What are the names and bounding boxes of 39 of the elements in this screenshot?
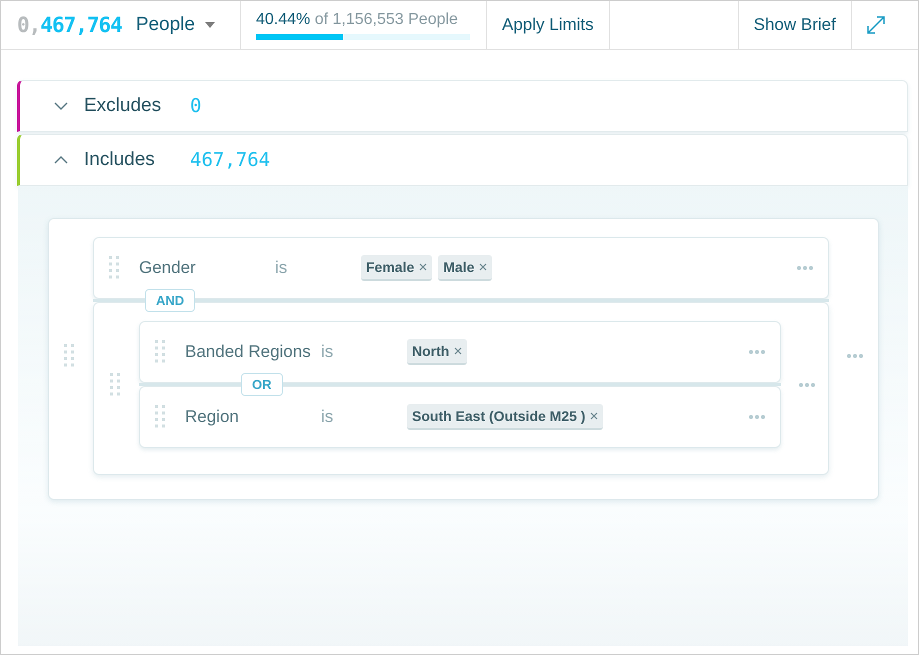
value-chip[interactable]: South East (Outside M25 ) [407, 404, 604, 430]
unit-dropdown[interactable]: People [136, 14, 215, 36]
value-chip[interactable]: North [407, 339, 468, 365]
apply-limits-button[interactable]: Apply Limits [487, 1, 610, 49]
show-brief-button[interactable]: Show Brief [738, 1, 852, 49]
field-name: Banded Regions [185, 342, 312, 362]
field-name: Region [185, 407, 240, 427]
value-chip[interactable]: Female [361, 255, 432, 281]
section-header[interactable]: Includes 467,764 [17, 134, 908, 186]
field-name: Gender [139, 258, 197, 278]
drag-handle-icon[interactable] [64, 344, 74, 368]
drag-handle-icon[interactable] [155, 405, 165, 429]
section-label: Excludes [84, 95, 162, 117]
more-options-icon[interactable] [798, 382, 816, 388]
drag-handle-icon[interactable] [110, 372, 120, 396]
value-chip[interactable]: Male [438, 255, 492, 281]
section-header[interactable]: Excludes 0 [17, 80, 908, 132]
drag-handle-icon[interactable] [109, 256, 119, 280]
operator-label: is [321, 407, 334, 427]
remove-icon[interactable] [590, 412, 598, 420]
coverage-text: 40.44% of 1,156,553 People [256, 10, 458, 28]
more-options-icon[interactable] [846, 353, 864, 359]
chevron-up-icon [54, 156, 68, 164]
operator-label: is [321, 342, 334, 362]
expand-icon [866, 16, 885, 34]
remove-icon[interactable] [479, 263, 488, 271]
drag-handle-icon[interactable] [155, 340, 165, 364]
more-options-icon[interactable] [796, 265, 814, 271]
operator-label: is [275, 258, 288, 278]
caret-icon [204, 22, 215, 28]
remove-icon[interactable] [454, 347, 462, 355]
section-count: 467,764 [190, 149, 270, 171]
chevron-down-icon [54, 102, 68, 110]
remove-icon[interactable] [419, 263, 428, 271]
section-label: Includes [84, 149, 156, 171]
more-options-icon[interactable] [748, 414, 766, 420]
audience-count: 0,467,764 [17, 13, 122, 37]
section-count: 0 [190, 95, 202, 117]
more-options-icon[interactable] [748, 349, 766, 355]
